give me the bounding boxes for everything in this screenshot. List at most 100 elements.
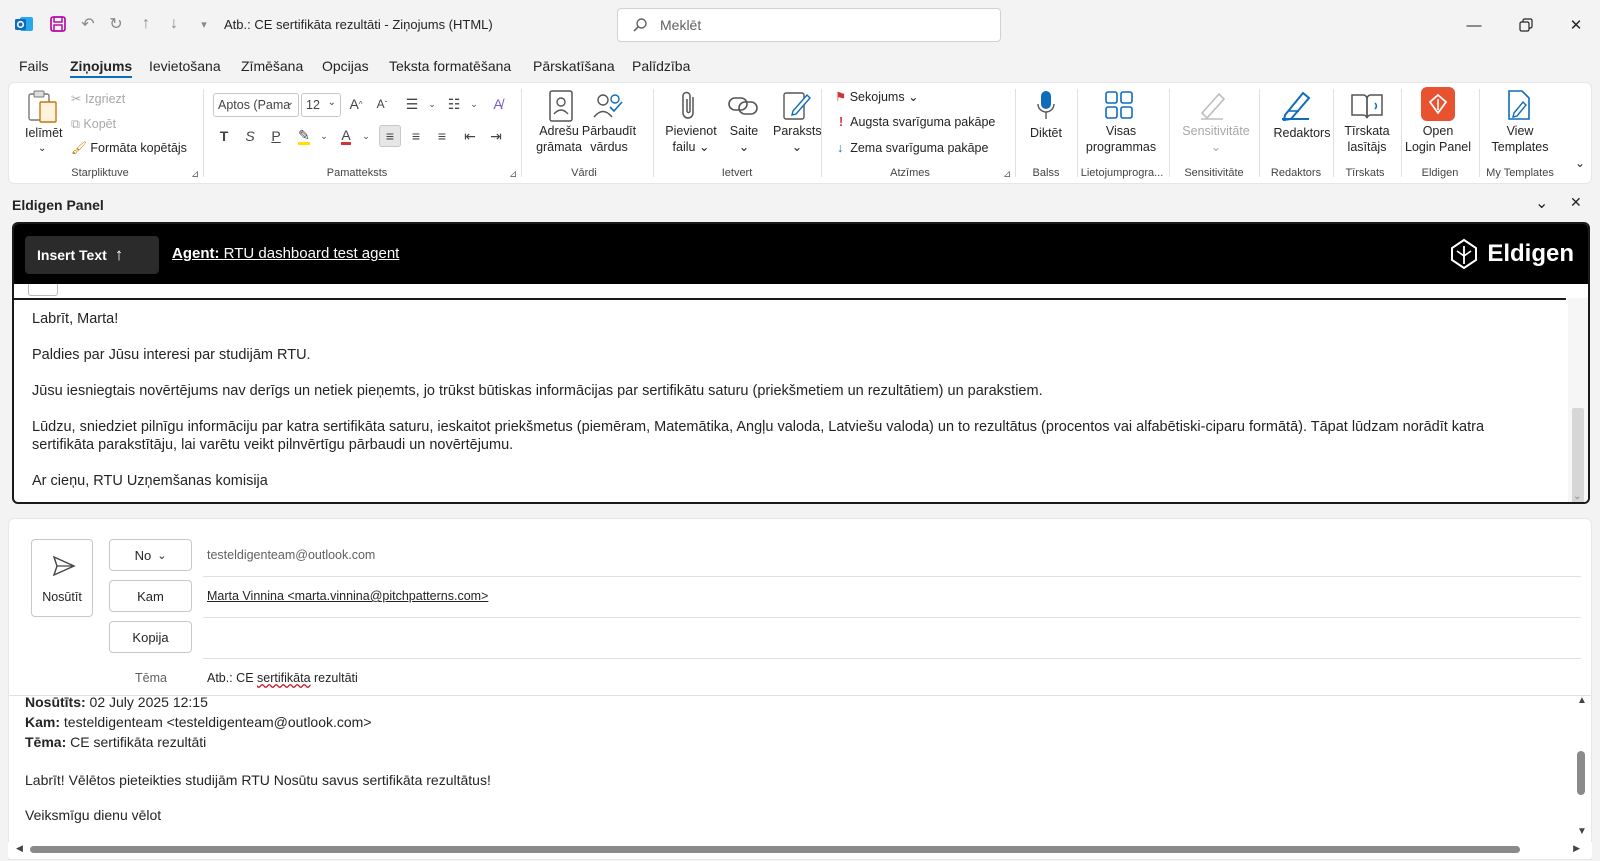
font-color-icon[interactable]: A xyxy=(335,125,357,147)
send-label: Nosūtīt xyxy=(42,590,82,604)
draft-scrollbar[interactable]: ⌄ xyxy=(1568,298,1588,502)
close-panel-icon[interactable]: ✕ xyxy=(1570,194,1582,211)
editor-label: Redaktors xyxy=(1273,126,1331,140)
scroll-down-icon[interactable]: ▼ xyxy=(1577,826,1587,837)
tab-zinojums[interactable]: Ziņojums xyxy=(70,58,133,78)
shrink-font-icon[interactable]: Aˇ xyxy=(371,93,393,115)
scrollbar-thumb[interactable] xyxy=(1577,751,1585,795)
tab-opcijas[interactable]: Opcijas xyxy=(322,58,369,74)
to-recipient[interactable]: Marta Vinnina <marta.vinnina@pitchpatter… xyxy=(207,589,488,603)
draft-reply-text[interactable]: Labrīt, Marta! Paldies par Jūsu interesi… xyxy=(14,298,1566,502)
grow-font-icon[interactable]: A ^ xyxy=(345,93,367,115)
increase-indent-icon[interactable]: ⇥ xyxy=(485,125,507,147)
message-body[interactable]: Nosūtīts: 02 July 2025 12:15 Kam: testel… xyxy=(9,695,1591,861)
link-icon xyxy=(728,97,758,115)
reader-book-icon xyxy=(1351,94,1383,119)
arrow-down-icon[interactable]: ↓ xyxy=(164,14,184,34)
bullets-icon[interactable]: ☰ xyxy=(401,93,423,115)
copy-button[interactable]: ⧉ Kopēt xyxy=(71,117,116,132)
font-size-value: 12 xyxy=(306,98,320,112)
font-size-select[interactable]: 12 ⌄ xyxy=(301,93,341,117)
save-icon[interactable] xyxy=(48,14,68,34)
group-label-voice: Balss xyxy=(1032,167,1060,179)
underline-icon[interactable]: P xyxy=(265,125,287,147)
low-importance-button[interactable]: ↓ Zema svarīguma pakāpe xyxy=(837,141,988,155)
tab-teksta-formatesana[interactable]: Teksta formatēšana xyxy=(389,58,511,74)
chevron-down-icon[interactable]: ⌄ xyxy=(421,93,443,115)
group-label-reader: Tīrskats xyxy=(1345,167,1385,179)
dialog-launcher-icon[interactable]: ⊿ xyxy=(1003,169,1011,180)
scrollbar-thumb[interactable] xyxy=(1572,408,1584,502)
to-button[interactable]: Kam xyxy=(109,580,192,612)
follow-up-button[interactable]: ⚑ Sekojums ⌄ xyxy=(835,89,919,104)
flag-icon: ⚑ xyxy=(835,90,847,104)
arrow-down-icon: ↓ xyxy=(837,141,844,155)
quoted-body-line: Labrīt! Vēlētos pieteikties studijām RTU… xyxy=(25,772,491,788)
align-right-icon[interactable]: ≡ xyxy=(431,125,453,147)
arrow-up-icon[interactable]: ↑ xyxy=(136,14,156,34)
send-icon xyxy=(52,555,76,577)
search-input[interactable] xyxy=(660,15,980,35)
chevron-down-icon[interactable]: ⌄ xyxy=(313,125,335,147)
scroll-left-icon[interactable]: ◀ xyxy=(16,843,23,854)
divider xyxy=(203,617,1581,618)
subject-field[interactable]: Atb.: CE sertifikāta rezultāti xyxy=(207,671,358,685)
cc-field[interactable] xyxy=(203,623,1581,653)
insert-text-button[interactable]: Insert Text ↑ xyxy=(25,236,159,274)
scroll-down-icon[interactable]: ⌄ xyxy=(1573,491,1581,502)
scrollbar-thumb[interactable] xyxy=(30,846,1520,853)
send-button[interactable]: Nosūtīt xyxy=(31,539,93,617)
divider xyxy=(1479,89,1480,177)
dialog-launcher-icon[interactable]: ⊿ xyxy=(191,169,199,180)
undo-icon[interactable]: ↶ xyxy=(78,14,98,34)
italic-icon[interactable]: S xyxy=(239,125,261,147)
tab-fails[interactable]: Fails xyxy=(19,58,49,74)
check-names-label: Pārbaudīt vārdus xyxy=(581,124,637,154)
signature-icon xyxy=(783,92,811,120)
agent-selector[interactable]: Agent: RTU dashboard test agent xyxy=(172,245,399,262)
cc-button[interactable]: Kopija xyxy=(109,621,192,653)
numbering-icon[interactable]: ☷ xyxy=(443,93,465,115)
scroll-up-icon[interactable]: ▲ xyxy=(1577,695,1587,706)
cut-button[interactable]: ✂ Izgriezt xyxy=(71,91,125,106)
bold-icon[interactable]: T xyxy=(213,125,235,147)
font-name-select[interactable]: Aptos (Pama ⌄ xyxy=(213,93,299,117)
minimize-button[interactable]: — xyxy=(1456,12,1492,38)
dialog-launcher-icon[interactable]: ⊿ xyxy=(509,169,517,180)
body-vertical-scrollbar[interactable]: ▲ ▼ xyxy=(1573,695,1591,837)
tab-palidziba[interactable]: Palīdzība xyxy=(632,58,690,74)
signature-label: Paraksts ⌄ xyxy=(773,124,822,154)
chevron-down-icon: ⌄ xyxy=(157,549,167,562)
horizontal-scrollbar[interactable]: ◀ ▶ xyxy=(8,842,1592,858)
customize-toolbar-icon[interactable]: ▾ xyxy=(194,14,214,34)
restore-button[interactable] xyxy=(1508,12,1544,38)
brush-icon: 🖌 xyxy=(71,141,87,155)
tab-parskatisana[interactable]: Pārskatīšana xyxy=(533,58,615,74)
close-window-button[interactable]: ✕ xyxy=(1558,12,1594,38)
collapse-chevron-icon[interactable]: ⌄ xyxy=(1535,193,1548,213)
paste-label: Ielīmēt xyxy=(25,126,63,140)
high-importance-button[interactable]: ! Augsta svarīguma pakāpe xyxy=(839,115,995,129)
ribbon-tabs: Fails Ziņojums Ievietošana Zīmēšana Opci… xyxy=(0,50,1600,82)
chevron-down-icon: ⌄ xyxy=(38,143,47,154)
search-box[interactable] xyxy=(617,8,1001,42)
decrease-indent-icon[interactable]: ⇤ xyxy=(459,125,481,147)
ribbon-expand-chevron-icon[interactable]: ⌄ xyxy=(1575,155,1585,171)
align-left-icon[interactable]: ≡ xyxy=(379,125,401,147)
highlight-icon[interactable]: ✎ xyxy=(293,125,315,147)
group-label-names: Vārdi xyxy=(571,167,597,179)
clear-formatting-icon[interactable]: A̸ xyxy=(487,93,509,115)
chevron-down-icon[interactable]: ⌄ xyxy=(355,125,377,147)
format-painter-button[interactable]: 🖌 Formāta kopētājs xyxy=(71,141,187,156)
align-center-icon[interactable]: ≡ xyxy=(405,125,427,147)
chevron-down-icon[interactable]: ⌄ xyxy=(463,93,485,115)
scroll-right-icon[interactable]: ▶ xyxy=(1573,843,1580,854)
window-title: Atb.: CE sertifikāta rezultāti - Ziņojum… xyxy=(224,17,493,32)
panel-handle[interactable] xyxy=(28,284,58,296)
tab-ievietosana[interactable]: Ievietošana xyxy=(149,58,221,74)
from-button[interactable]: No ⌄ xyxy=(109,539,192,571)
subject-label: Tēma xyxy=(135,671,167,685)
redo-icon[interactable]: ↻ xyxy=(106,14,126,34)
templates-doc-icon xyxy=(1508,90,1530,120)
tab-zimesana[interactable]: Zīmēšana xyxy=(241,58,303,74)
